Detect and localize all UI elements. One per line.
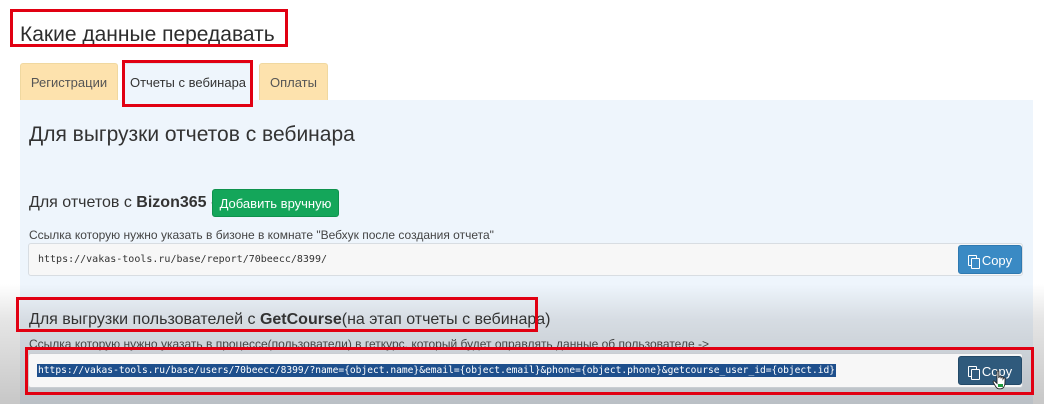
getcourse-service-name: GetCourse [259,311,342,328]
tab-registrations[interactable]: Регистрации [20,63,118,100]
getcourse-heading-suffix: (на этап отчеты с вебинара) [341,311,551,328]
getcourse-url-field[interactable]: https://vakas-tools.ru/base/users/70beec… [28,353,1023,388]
hand-pointer-icon [992,370,1006,390]
getcourse-url-text: https://vakas-tools.ru/base/users/70beec… [37,364,837,377]
add-manually-button[interactable]: Добавить вручную [212,189,339,217]
bizon-service-name: Bizon365 [136,194,207,211]
page-title: Какие данные передавать [20,23,275,46]
copy-icon [967,366,980,380]
getcourse-heading-prefix: Для выгрузки пользователей с [29,311,260,328]
copy-getcourse-url-button[interactable]: Copy [958,356,1022,385]
bizon-url-text: https://vakas-tools.ru/base/report/70bee… [38,254,327,265]
tab-webinar-reports[interactable]: Отчеты с вебинара [124,63,252,100]
bizon-heading-prefix: Для отчетов с [29,194,137,211]
tab-payments[interactable]: Оплаты [259,63,328,100]
getcourse-hint: Ссылка которую нужно указать в процессе(… [29,337,709,351]
getcourse-heading: Для выгрузки пользователей с GetCourse(н… [29,309,551,331]
bizon-url-field[interactable]: https://vakas-tools.ru/base/report/70bee… [28,243,1023,276]
copy-icon [967,255,980,269]
section-title: Для выгрузки отчетов с вебинара [29,123,355,146]
bizon-hint: Ссылка которую нужно указать в бизоне в … [29,228,494,242]
copy-button-label: Copy [981,253,1013,268]
bizon-heading: Для отчетов с Bizon365 - [29,192,216,214]
copy-bizon-url-button[interactable]: Copy [958,245,1022,274]
